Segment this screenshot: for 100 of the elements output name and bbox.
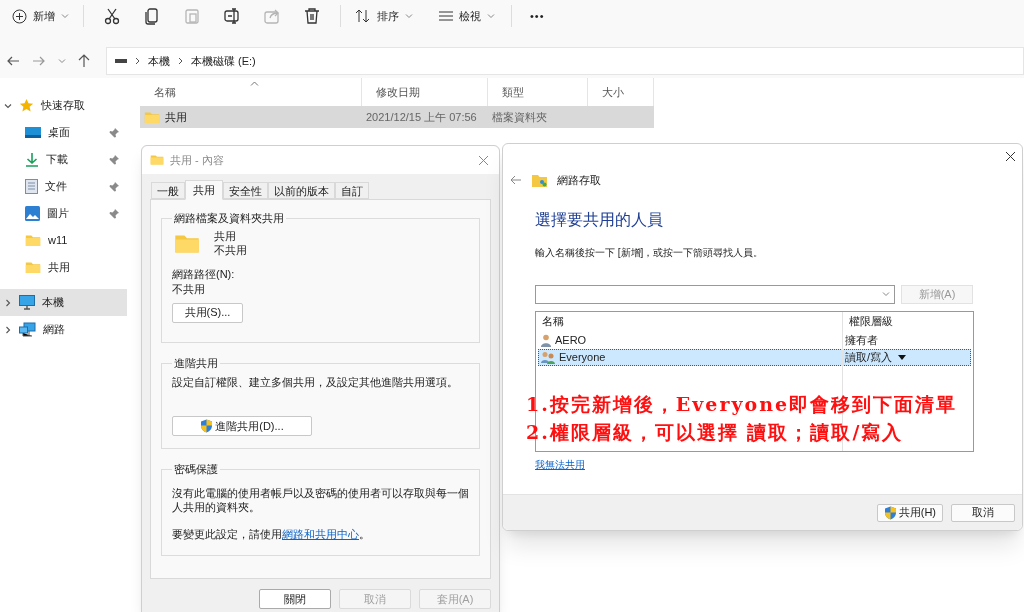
sidebar-label: 網路	[43, 322, 65, 338]
shared-folder-icon	[532, 173, 547, 187]
chevron-right-icon[interactable]	[4, 325, 12, 334]
share-button[interactable]: 共用(S)...	[172, 302, 243, 323]
person-row[interactable]: AERO 擁有者	[538, 331, 971, 349]
more-button[interactable]: •••	[524, 3, 551, 29]
share-icon	[263, 7, 281, 25]
view-button[interactable]: 檢視	[435, 3, 499, 29]
network-icon	[19, 322, 36, 337]
group-title: 網路檔案及資料夾共用	[173, 211, 285, 226]
plus-icon	[12, 8, 27, 24]
forward-icon[interactable]	[32, 54, 46, 68]
tab[interactable]: 安全性	[223, 182, 268, 199]
sort-icon	[355, 9, 371, 23]
file-type: 檔案資料夾	[491, 109, 548, 125]
back-icon[interactable]	[6, 54, 20, 68]
permission-level: 擁有者	[845, 332, 878, 348]
folder-icon	[25, 234, 41, 247]
breadcrumb[interactable]: 本機	[148, 52, 170, 70]
star-icon	[19, 98, 34, 113]
document-icon	[25, 179, 38, 194]
annotation-text: 2.權限層級，可以選擇 讀取；讀取/寫入	[526, 420, 905, 445]
sort-caret-icon	[250, 81, 259, 86]
monitor-icon	[19, 295, 35, 310]
help-link[interactable]: 我無法共用	[535, 456, 585, 472]
sidebar-item[interactable]: 圖片	[0, 200, 127, 227]
field-label: 網路路徑(N):	[172, 266, 236, 282]
menu-icon	[439, 11, 453, 21]
tab[interactable]: 自訂	[335, 182, 369, 199]
caret-icon	[487, 13, 495, 19]
network-center-link[interactable]: 網路和共用中心	[282, 527, 359, 540]
dropdown-triangle-icon[interactable]	[898, 354, 907, 360]
sidebar-item[interactable]: 本機	[0, 289, 127, 316]
dialog-button[interactable]: 關閉	[259, 589, 331, 609]
folder-icon	[25, 261, 41, 274]
group-title: 進階共用	[173, 356, 219, 371]
close-icon[interactable]	[1005, 150, 1016, 162]
sidebar-label: 本機	[42, 295, 64, 311]
chevron-right-icon	[135, 57, 140, 65]
description-text: 設定自訂權限、建立多個共用，及設定其他進階共用選項。	[172, 374, 459, 390]
chevron-down-icon[interactable]	[4, 101, 12, 110]
sidebar-item[interactable]: 網路	[0, 316, 127, 343]
group-icon	[541, 350, 555, 364]
caret-icon	[405, 13, 413, 19]
sidebar-label: 文件	[45, 179, 67, 195]
column-header: 名稱	[541, 314, 565, 330]
back-icon[interactable]	[510, 175, 522, 186]
shield-icon	[883, 505, 897, 520]
sidebar-item[interactable]: 下載	[0, 146, 127, 173]
folder-name: 共用	[214, 228, 237, 243]
image-icon	[25, 206, 40, 221]
description-text: 沒有此電腦的使用者帳戶以及密碼的使用者可以存取與每一個人共用的資料夾。	[172, 485, 469, 514]
sidebar-item[interactable]: 共用	[0, 254, 127, 281]
address-bar[interactable]: 本機 本機磁碟 (E:)	[106, 47, 1024, 75]
window-title: 網路存取	[557, 173, 601, 188]
sidebar-item[interactable]: 桌面	[0, 119, 127, 146]
sidebar-label: w11	[48, 233, 68, 249]
person-row[interactable]: Everyone 讀取/寫入	[538, 348, 971, 366]
file-row[interactable]: 共用 2021/12/15 上午 07:56 檔案資料夾	[140, 106, 654, 128]
copy-icon	[143, 7, 161, 25]
name-combo-box[interactable]	[535, 284, 895, 304]
dialog-button[interactable]: 共用(H)	[876, 503, 943, 522]
shield-icon	[200, 419, 214, 433]
sidebar-item[interactable]: 快速存取	[0, 92, 127, 119]
permission-level: 讀取/寫入	[845, 349, 893, 365]
group-title: 密碼保護	[173, 462, 219, 477]
dialog-heading: 選擇要共用的人員	[535, 209, 664, 230]
drive-icon	[115, 59, 127, 63]
sidebar-label: 桌面	[48, 125, 70, 141]
dropdown-caret-icon	[882, 291, 890, 297]
download-icon	[25, 152, 39, 167]
dialog-button[interactable]: 取消	[951, 503, 1015, 522]
sidebar-label: 共用	[48, 260, 70, 276]
up-arrow-icon[interactable]	[78, 54, 90, 68]
tab[interactable]: 以前的版本	[268, 182, 335, 199]
file-name: 共用	[165, 109, 187, 125]
sidebar-label: 圖片	[47, 206, 69, 222]
modified-date: 2021/12/15 上午 07:56	[365, 109, 478, 125]
sidebar-item[interactable]: 文件	[0, 173, 127, 200]
trash-icon	[303, 7, 321, 25]
advanced-sharing-button[interactable]: 進階共用(D)...	[172, 416, 312, 436]
sort-button[interactable]: 排序	[351, 3, 417, 29]
clipboard-icon	[183, 7, 201, 25]
tab[interactable]: 一般	[151, 182, 185, 199]
instruction-text: 輸入名稱後按一下 [新增]，或按一下箭頭尋找人員。	[535, 245, 765, 260]
chevron-right-icon[interactable]	[4, 298, 12, 307]
desktop-icon	[25, 126, 41, 139]
tab[interactable]: 共用	[185, 180, 223, 200]
user-icon	[541, 333, 551, 347]
settings-hint: 要變更此設定，請使用網路和共用中心。	[172, 526, 371, 542]
new-button[interactable]: 新增	[8, 3, 73, 29]
folder-icon	[144, 110, 160, 124]
window-title: 共用 - 內容	[170, 152, 224, 168]
history-caret-icon	[58, 58, 66, 64]
chevron-right-icon	[178, 57, 183, 65]
person-name: Everyone	[559, 349, 606, 365]
breadcrumb[interactable]: 本機磁碟 (E:)	[191, 52, 256, 70]
rename-icon	[223, 7, 241, 25]
share-status: 不共用	[214, 242, 247, 257]
sidebar-item[interactable]: w11	[0, 227, 127, 254]
